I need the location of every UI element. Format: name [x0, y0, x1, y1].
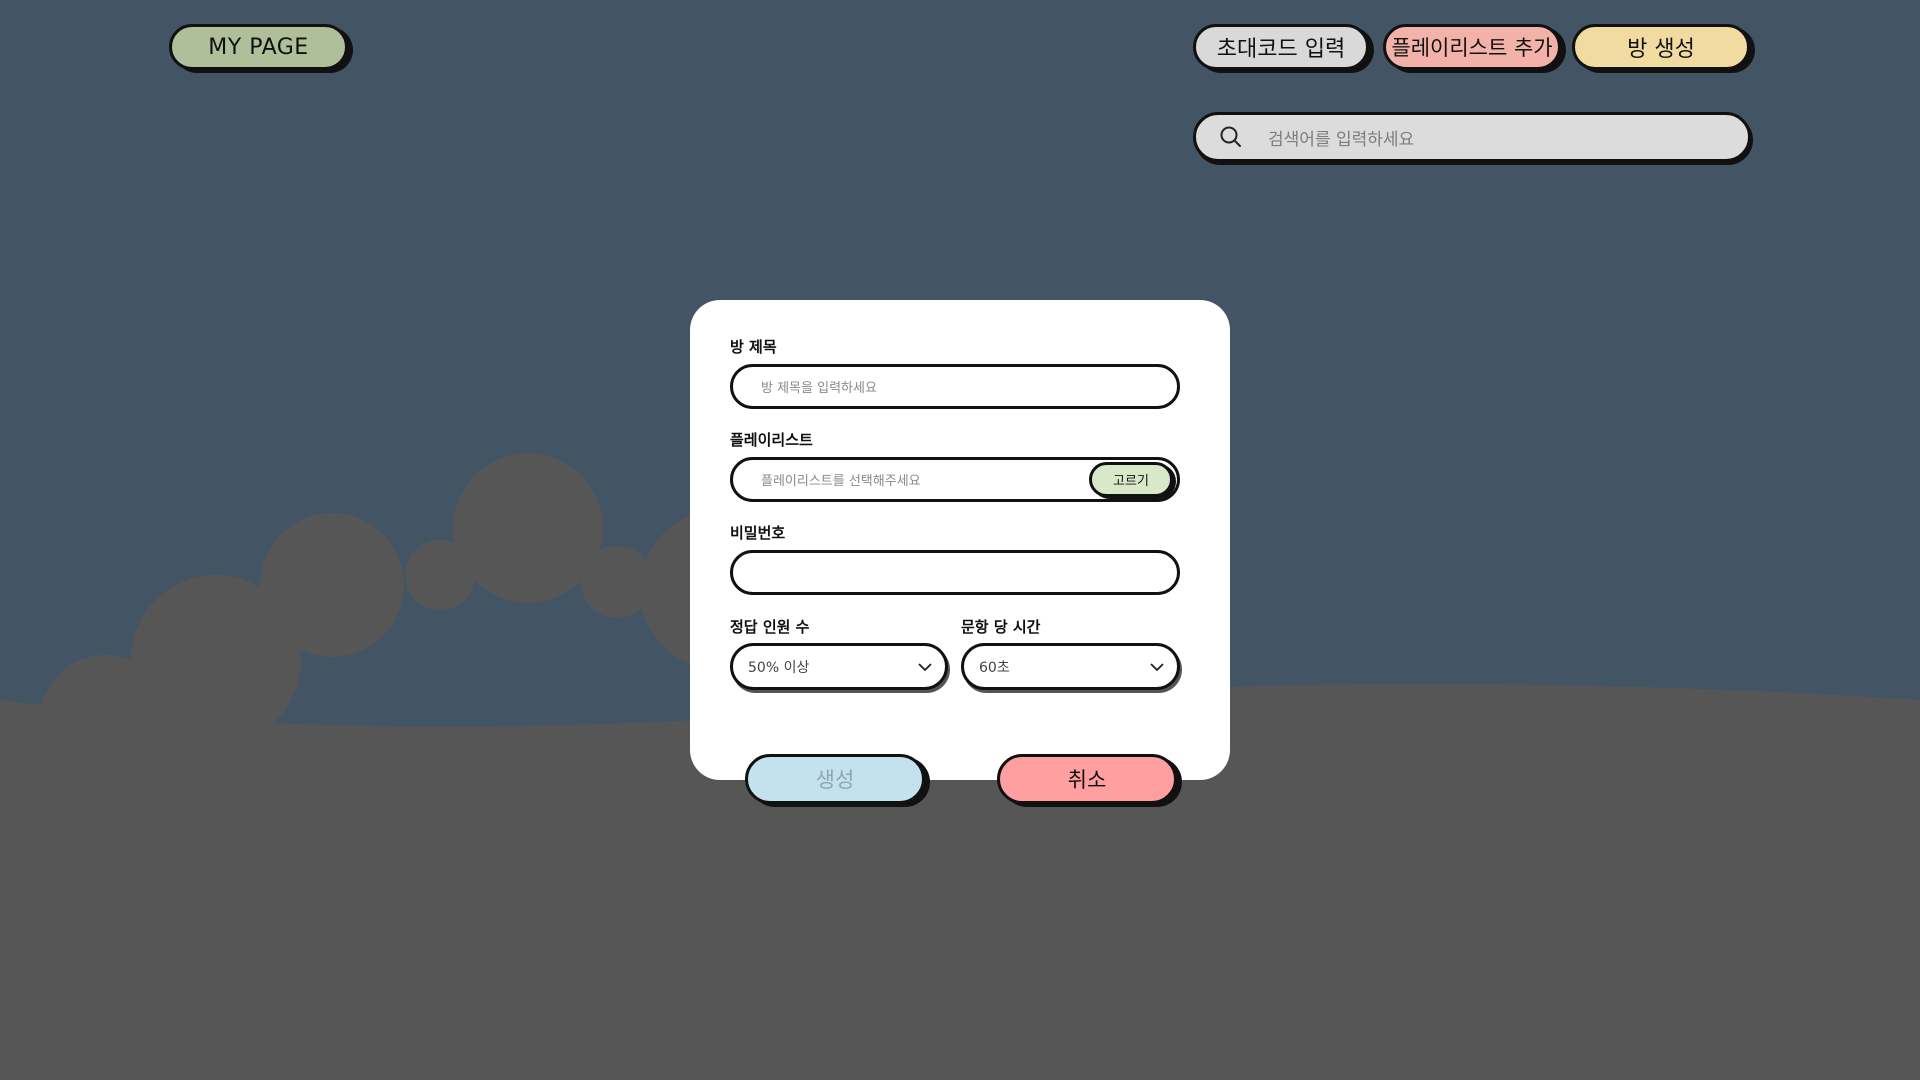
- answer-count-label: 정답 인원 수: [730, 618, 810, 636]
- time-per-question-value: 60초: [979, 659, 1010, 676]
- answer-count-select[interactable]: 50% 이상: [730, 643, 948, 690]
- playlist-placeholder: 플레이리스트를 선택해주세요: [761, 474, 921, 489]
- search-bar[interactable]: 검색어를 입력하세요: [1193, 112, 1751, 162]
- my-page-button[interactable]: MY PAGE: [169, 24, 348, 70]
- create-room-modal: 방 제목 방 제목을 입력하세요 플레이리스트 플레이리스트를 선택해주세요 고…: [690, 300, 1230, 780]
- password-input[interactable]: [730, 550, 1180, 595]
- room-title-placeholder: 방 제목을 입력하세요: [761, 381, 877, 396]
- playlist-field[interactable]: 플레이리스트를 선택해주세요 고르기: [730, 457, 1180, 502]
- add-playlist-button[interactable]: 플레이리스트 추가: [1383, 24, 1561, 70]
- chevron-down-icon: [918, 662, 932, 671]
- make-room-button[interactable]: 방 생성: [1572, 24, 1750, 70]
- room-title-input[interactable]: 방 제목을 입력하세요: [730, 364, 1180, 409]
- chevron-down-icon: [1150, 662, 1164, 671]
- cancel-button[interactable]: 취소: [997, 754, 1177, 804]
- search-icon: [1220, 126, 1241, 147]
- room-title-label: 방 제목: [730, 338, 777, 356]
- pick-playlist-button[interactable]: 고르기: [1089, 462, 1173, 497]
- search-placeholder: 검색어를 입력하세요: [1268, 129, 1415, 150]
- time-per-question-select[interactable]: 60초: [961, 643, 1180, 690]
- answer-count-value: 50% 이상: [748, 659, 810, 676]
- playlist-label: 플레이리스트: [730, 431, 813, 449]
- invite-code-button[interactable]: 초대코드 입력: [1193, 24, 1369, 70]
- time-per-question-label: 문항 당 시간: [961, 618, 1041, 636]
- create-button[interactable]: 생성: [745, 754, 925, 804]
- password-label: 비밀번호: [730, 524, 786, 542]
